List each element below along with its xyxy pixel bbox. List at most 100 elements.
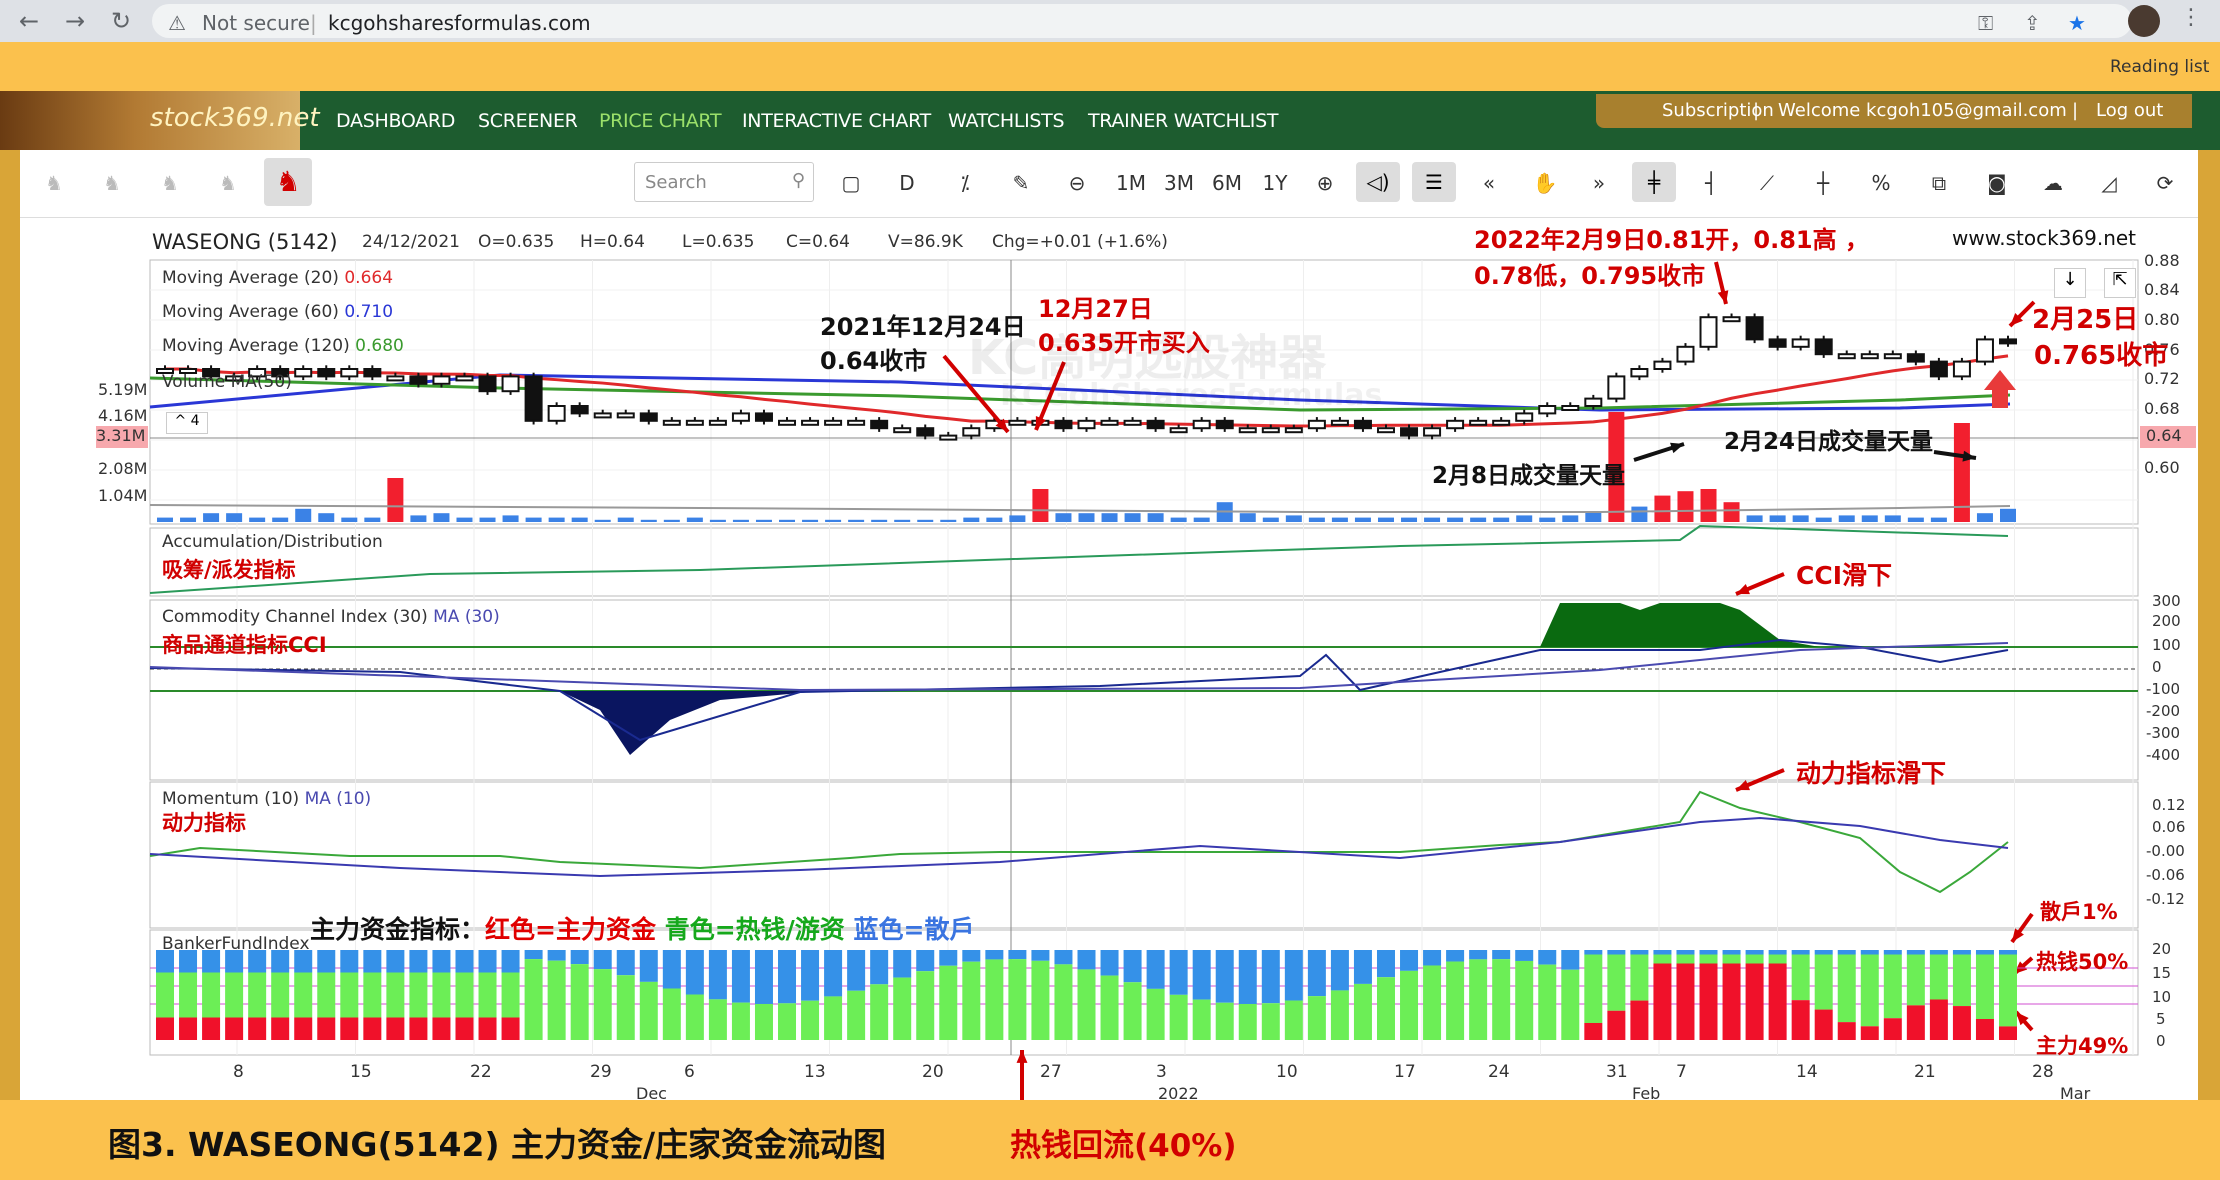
bfi-main-fund-segment [1745,963,1764,1040]
reload-icon[interactable]: ↻ [106,6,136,36]
price-axis-tick: 0.60 [2144,458,2180,477]
compare-icon[interactable]: ⧉ [1924,168,1954,198]
forward-icon[interactable]: → [60,6,90,36]
candle-body [386,375,405,382]
bfi-hot-money-segment [1975,954,1994,1019]
cloud-icon[interactable]: ☁ [2038,168,2068,198]
bfi-main-fund-segment [1999,1026,2017,1040]
bfi-retail-segment [1330,950,1349,991]
avatar[interactable] [2128,5,2160,37]
timeframe-d-button[interactable]: D [892,168,922,198]
bfi-retail-segment [1883,950,1902,955]
bfi-axis-tick: 10 [2152,988,2172,1006]
nav-screener[interactable]: SCREENER [478,110,578,132]
range-1m-button[interactable]: 1M [1114,168,1148,198]
percent-icon[interactable]: % [1866,168,1896,198]
ohlc-icon[interactable]: ┤ [1696,168,1726,198]
candle-body [570,405,589,415]
logout-link[interactable]: Log out [2096,100,2163,121]
back-icon[interactable]: ← [14,6,44,36]
x-axis-tick: 8 [233,1062,244,1082]
url-text[interactable]: kcgohsharesformulas.com [328,11,591,35]
volume-axis-tick: 5.19M [98,380,148,399]
volume-bar [1009,515,1026,522]
bfi-hot-money-segment [409,972,428,1018]
candle-body [685,419,704,426]
nav-watchlists[interactable]: WATCHLISTS [948,110,1065,132]
candle-body [1238,427,1257,434]
camera-icon[interactable]: ◙ [1982,168,2012,198]
bfi-retail-segment [1446,950,1465,962]
volume-bar [1539,517,1556,522]
notes-button[interactable]: ☰ [1412,162,1456,202]
bull-icon[interactable]: ♞ [208,168,248,198]
menu-icon[interactable]: ⋮ [2180,5,2202,30]
bull-icon[interactable]: ♞ [34,168,74,198]
nav-dashboard[interactable]: DASHBOARD [336,110,455,132]
nav-trainer-watchlist[interactable]: TRAINER WATCHLIST [1088,110,1278,132]
address-bar[interactable]: ⚠ Not secure | kcgohsharesformulas.com ⚿… [152,4,2132,38]
volume-bar [226,513,243,522]
cci-axis-tick: -400 [2146,746,2181,764]
range-1y-button[interactable]: 1Y [1258,168,1292,198]
volume-bar [1447,517,1464,522]
nav-price-chart[interactable]: PRICE CHART [599,110,722,132]
site-logo[interactable]: stock369.net [0,91,320,150]
bfi-hot-money-segment [1676,954,1695,964]
line-chart-icon[interactable]: ⟋ [1752,168,1782,198]
scroll-right-icon[interactable]: » [1584,168,1614,198]
hand-icon[interactable]: ✋ [1530,168,1560,198]
volume-bar [1424,517,1441,522]
download-icon[interactable]: ↓ [2054,268,2086,298]
bull-icon[interactable]: ♞ [150,168,190,198]
range-6m-button[interactable]: 6M [1210,168,1244,198]
collapse-legend-button[interactable]: ^ 4 [166,412,208,434]
candlestick-button[interactable]: ╪ [1632,162,1676,202]
divider: | [1753,100,1760,121]
candle-body [616,412,635,419]
bfi-main-fund-segment [1929,999,1948,1040]
bfi-main-fund-segment [248,1017,267,1040]
zoom-out-icon[interactable]: ⊖ [1062,168,1092,198]
bfi-retail-segment [824,950,843,997]
bull-active-button[interactable]: ♞ [264,158,312,206]
symbol-search[interactable]: Search ⚲ [634,162,814,202]
bfi-hot-money-segment [1722,954,1741,964]
ma60-legend: Moving Average (60) 0.710 [162,302,394,322]
popout-icon[interactable]: ⇱ [2104,268,2136,298]
area-chart-icon[interactable]: ◿ [2094,168,2124,198]
ratio-icon[interactable]: ⁒ [950,168,980,198]
bull-icon[interactable]: ♞ [92,168,132,198]
share-icon[interactable]: ⇪ [2024,11,2041,35]
volume-bar [1470,517,1487,522]
zoom-in-icon[interactable]: ⊕ [1310,168,1340,198]
x-axis-tick: 10 [1276,1062,1298,1082]
candle-body [1515,412,1534,422]
reading-list[interactable]: Reading list [2110,57,2209,77]
range-3m-button[interactable]: 3M [1162,168,1196,198]
candle-body [524,375,543,422]
bfi-hot-money-segment [340,972,359,1018]
candle-body [478,375,497,393]
bfi-retail-segment [524,950,543,960]
volume-bar [1262,517,1279,522]
bfi-main-fund-segment [1722,963,1741,1040]
scroll-left-icon[interactable]: « [1474,168,1504,198]
rectangle-icon[interactable]: ▢ [836,168,866,198]
bfi-hot-money-segment [478,972,497,1018]
candle-body [1538,405,1557,415]
bfi-retail-segment [1215,950,1234,1003]
star-icon[interactable]: ★ [2068,11,2086,35]
hlc-icon[interactable]: ┼ [1808,168,1838,198]
annotation-main-fund: 主力49% [2036,1034,2129,1058]
refresh-icon[interactable]: ⟳ [2150,168,2180,198]
key-icon[interactable]: ⚿ [1978,11,1993,35]
bfi-retail-segment [1261,950,1280,1004]
volume-bar [525,517,542,522]
bfi-hot-money-segment [1768,954,1787,964]
bfi-main-fund-segment [1630,1000,1649,1040]
sound-button[interactable]: ◁) [1356,162,1400,202]
add-note-icon[interactable]: ✎ [1006,168,1036,198]
nav-interactive-chart[interactable]: INTERACTIVE CHART [742,110,931,132]
bfi-retail-segment [1376,950,1395,978]
